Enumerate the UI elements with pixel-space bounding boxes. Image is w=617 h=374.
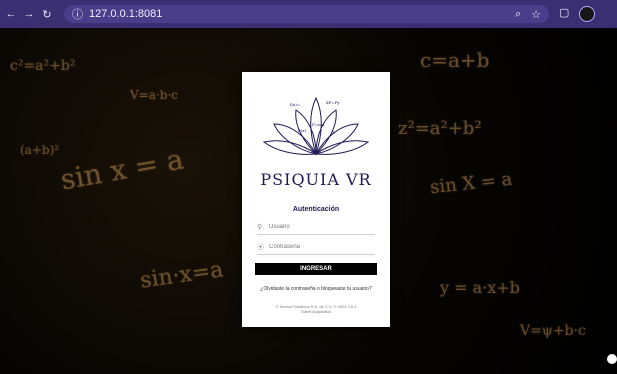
username-field[interactable]: ⚲ bbox=[257, 220, 375, 235]
password-field[interactable]: ⦿ bbox=[257, 240, 375, 255]
svg-text:F=ma: F=ma bbox=[312, 122, 325, 127]
forgot-password-link[interactable]: ¿Olvidaste la contraseña o bloqueaste tu… bbox=[242, 286, 390, 292]
background-formula: sin·x=a bbox=[138, 257, 225, 294]
address-url: 127.0.0.1:8081 bbox=[89, 8, 163, 20]
forward-icon[interactable]: → bbox=[22, 8, 36, 20]
background-formula: c=a+b bbox=[420, 48, 490, 72]
lotus-logo-icon: f(x)= dP=Fy F=ma P(x) Σ bbox=[262, 96, 370, 156]
background-formula: c²=a²+b² bbox=[10, 58, 76, 74]
user-icon: ⚲ bbox=[257, 224, 263, 231]
footer-subtitle: Talent Acquisition bbox=[300, 309, 332, 314]
password-input[interactable] bbox=[269, 244, 369, 250]
svg-text:dP=Fy: dP=Fy bbox=[326, 100, 340, 105]
login-title: Autenticación bbox=[292, 206, 340, 213]
background-formula: sin x = a bbox=[58, 142, 186, 197]
back-icon[interactable]: ← bbox=[4, 8, 18, 20]
background-formula: V=a·b·c bbox=[130, 88, 178, 102]
username-input[interactable] bbox=[269, 224, 369, 230]
brand-name: PSIQUIA VR bbox=[260, 170, 372, 189]
address-bar[interactable]: ⓘ 127.0.0.1:8081 ⌕ ☆ bbox=[64, 5, 549, 23]
background-formula: (a+b)² bbox=[20, 143, 60, 157]
background-formula: y = a·x+b bbox=[440, 278, 520, 297]
background-formula: V=ψ+b·c bbox=[520, 323, 586, 339]
svg-text:Σ: Σ bbox=[332, 130, 335, 135]
extensions-icon[interactable]: ▢ bbox=[559, 6, 569, 22]
zoom-icon[interactable]: ⌕ bbox=[515, 8, 521, 21]
browser-toolbar: ← → ↻ ⓘ 127.0.0.1:8081 ⌕ ☆ ▢ bbox=[0, 0, 617, 28]
floating-action-button[interactable] bbox=[607, 354, 617, 364]
footer: © Nexion Solutions S.A. de C.V. © 2024 3… bbox=[242, 304, 390, 314]
login-button[interactable]: INGRESAR bbox=[255, 263, 377, 275]
profile-avatar[interactable] bbox=[579, 6, 596, 22]
svg-text:f(x)=: f(x)= bbox=[290, 102, 300, 107]
background-formula: z²=a²+b² bbox=[398, 118, 482, 139]
lock-icon: ⦿ bbox=[257, 244, 264, 251]
reload-icon[interactable]: ↻ bbox=[40, 8, 54, 21]
bookmark-star-icon[interactable]: ☆ bbox=[531, 8, 541, 21]
background-formula: sin X = a bbox=[429, 168, 514, 199]
svg-text:P(x): P(x) bbox=[298, 128, 307, 133]
login-card: f(x)= dP=Fy F=ma P(x) Σ PSIQUIA VR Auten… bbox=[242, 72, 390, 327]
site-info-icon[interactable]: ⓘ bbox=[72, 6, 83, 22]
